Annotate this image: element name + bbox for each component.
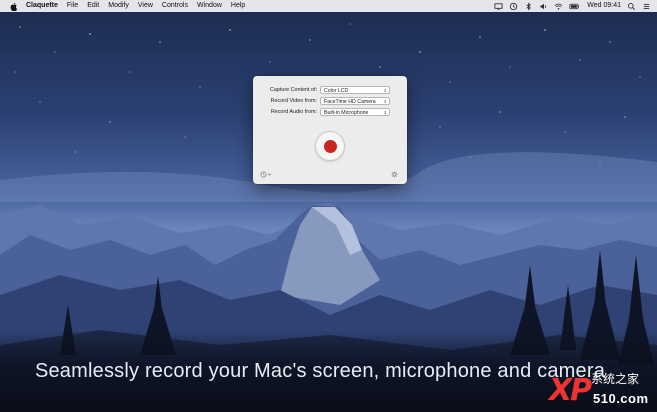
menu-help[interactable]: Help xyxy=(231,0,245,12)
menu-clock[interactable]: Wed 09:41 xyxy=(587,0,621,12)
popup-arrows-icon: ⇕ xyxy=(383,110,387,115)
promo-caption: Seamlessly record your Mac's screen, mic… xyxy=(34,360,606,382)
gear-icon[interactable] xyxy=(391,171,398,178)
record-icon xyxy=(323,139,337,153)
desktop-background: Seamlessly record your Mac's screen, mic… xyxy=(0,0,657,412)
apple-logo-icon[interactable] xyxy=(10,2,18,11)
watermark-domain: 510.com xyxy=(593,391,649,406)
battery-icon[interactable] xyxy=(569,2,580,11)
menu-file[interactable]: File xyxy=(67,0,78,12)
capture-content-select[interactable]: Color LCD ⇕ xyxy=(320,86,390,94)
record-video-row: Record Video from: FaceTime HD Camera ⇕ xyxy=(253,97,407,106)
menu-bar: Claquette File Edit Modify View Controls… xyxy=(0,0,657,12)
bluetooth-icon[interactable] xyxy=(524,1,533,11)
menu-window[interactable]: Window xyxy=(197,0,222,12)
record-video-value: FaceTime HD Camera xyxy=(324,99,376,105)
wifi-icon[interactable] xyxy=(554,2,563,11)
claquette-window: Capture Content of: Color LCD ⇕ Record V… xyxy=(253,76,407,184)
capture-content-label: Capture Content of: xyxy=(269,87,317,93)
watermark-logo: XP xyxy=(549,373,592,408)
record-audio-row: Record Audio from: Built-in Microphone ⇕ xyxy=(253,108,407,117)
status-area: Wed 09:41 xyxy=(488,0,651,12)
time-machine-icon[interactable] xyxy=(509,2,518,11)
record-button[interactable] xyxy=(315,131,345,161)
display-icon[interactable] xyxy=(494,2,503,11)
notification-center-icon[interactable] xyxy=(642,2,651,11)
spotlight-icon[interactable] xyxy=(627,2,636,11)
menu-view[interactable]: View xyxy=(138,0,153,12)
popup-arrows-icon: ⇕ xyxy=(383,99,387,104)
record-audio-label: Record Audio from: xyxy=(270,109,317,115)
capture-content-value: Color LCD xyxy=(324,88,349,94)
menu-controls[interactable]: Controls xyxy=(162,0,188,12)
menu-modify[interactable]: Modify xyxy=(108,0,129,12)
record-audio-select[interactable]: Built-in Microphone ⇕ xyxy=(320,108,390,116)
record-audio-value: Built-in Microphone xyxy=(324,110,369,116)
menu-edit[interactable]: Edit xyxy=(87,0,99,12)
capture-content-row: Capture Content of: Color LCD ⇕ xyxy=(253,86,407,95)
volume-icon[interactable] xyxy=(539,2,548,11)
record-video-select[interactable]: FaceTime HD Camera ⇕ xyxy=(320,97,390,105)
watermark-text: 系统之家 xyxy=(591,372,640,386)
popup-arrows-icon: ⇕ xyxy=(383,88,387,93)
record-video-label: Record Video from: xyxy=(270,98,317,104)
history-clock-icon[interactable] xyxy=(260,171,274,178)
menu-app-name[interactable]: Claquette xyxy=(26,0,58,12)
site-watermark: XP 系统之家 510.com xyxy=(549,366,649,410)
